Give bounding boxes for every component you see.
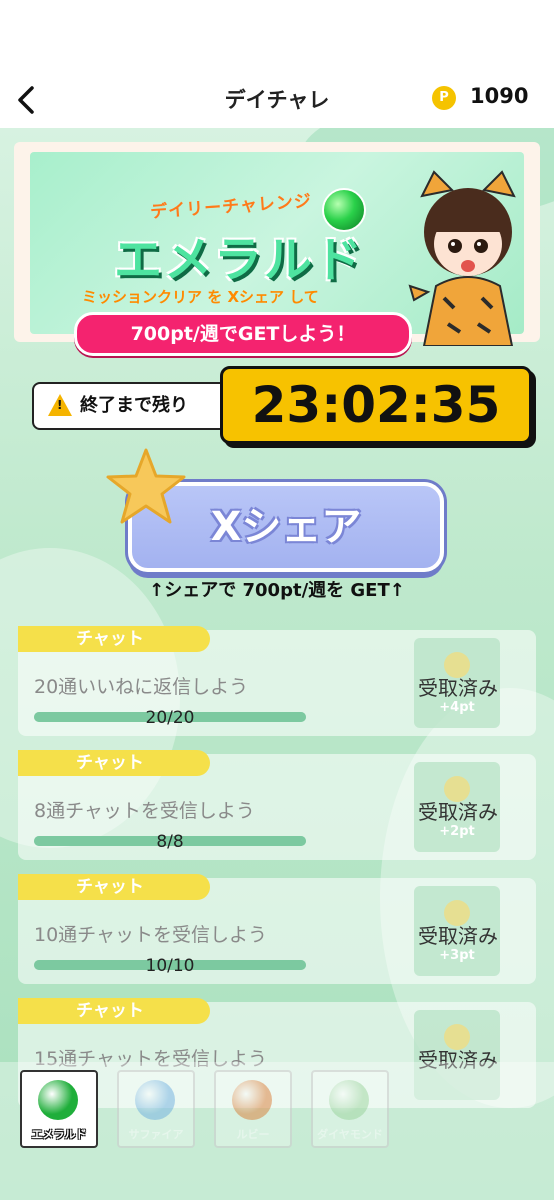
banner-headline: エメラルド	[114, 232, 365, 288]
mascot-illustration	[408, 170, 516, 346]
points-balance: 1090	[470, 84, 529, 108]
banner-subtitle: デイリーチャレンジ	[149, 191, 313, 223]
mission-card: チャット 20通いいねに返信しよう 20/20 +4pt 受取済み	[18, 626, 536, 736]
diamond-gem-icon	[329, 1080, 369, 1120]
tab-diamond[interactable]: ダイヤモンド	[311, 1070, 389, 1148]
timer-label-box: ! 終了まで残り	[32, 382, 246, 430]
mission-progress-count: 8/8	[156, 832, 184, 852]
mission-claimed-status: 受取済み	[418, 676, 498, 700]
tab-ruby[interactable]: ルビー	[214, 1070, 292, 1148]
timer-label: 終了まで残り	[80, 395, 188, 416]
countdown-timer: 23:02:35	[220, 366, 532, 444]
mission-text: 10通チャットを受信しよう	[34, 924, 267, 946]
tab-emerald[interactable]: エメラルド	[20, 1070, 98, 1148]
main-content: デイリーチャレンジ エメラルド ミッションクリア を Xシェア して 700pt…	[0, 128, 554, 1200]
mission-reward-points: +4pt	[439, 700, 475, 715]
warning-icon-mark: !	[57, 398, 63, 412]
tab-sapphire[interactable]: サファイア	[117, 1070, 195, 1148]
mission-reward-points: +2pt	[439, 824, 475, 839]
challenge-banner: デイリーチャレンジ エメラルド ミッションクリア を Xシェア して 700pt…	[14, 142, 540, 356]
mission-category-tag: チャット	[18, 874, 210, 900]
banner-mission-line: ミッションクリア を Xシェア して	[82, 288, 319, 306]
mission-text: 20通いいねに返信しよう	[34, 676, 249, 698]
star-icon	[106, 448, 186, 524]
tab-label: サファイア	[128, 1128, 184, 1141]
header: デイチャレ P 1090	[0, 0, 554, 128]
mission-claimed-status: 受取済み	[418, 800, 498, 824]
tab-label: ダイヤモンド	[317, 1128, 383, 1141]
mission-card: チャット 10通チャットを受信しよう 10/10 +3pt 受取済み	[18, 874, 536, 984]
mission-progress-count: 20/20	[145, 708, 195, 728]
mission-category-tag: チャット	[18, 626, 210, 652]
mission-card: チャット 8通チャットを受信しよう 8/8 +2pt 受取済み	[18, 750, 536, 860]
mission-progress-count: 10/10	[145, 956, 195, 976]
mission-reward-points: +3pt	[439, 948, 475, 963]
banner-reward-pill: 700pt/週でGETしよう！	[74, 312, 412, 356]
coin-icon: P	[432, 86, 456, 110]
mission-category-tag: チャット	[18, 998, 210, 1024]
banner-panel: デイリーチャレンジ エメラルド ミッションクリア を Xシェア して 700pt…	[30, 152, 524, 356]
mission-claimed-status: 受取済み	[418, 924, 498, 948]
mission-text: 8通チャットを受信しよう	[34, 800, 255, 822]
mission-category-tag: チャット	[18, 750, 210, 776]
gem-tab-bar: エメラルド サファイア ルビー ダイヤモンド	[0, 1062, 554, 1200]
tab-label: ルビー	[236, 1128, 270, 1141]
ruby-gem-icon	[232, 1080, 272, 1120]
share-caption: ↑シェアで 700pt/週を GET↑	[149, 580, 405, 601]
emerald-gem-icon	[38, 1080, 78, 1120]
sapphire-gem-icon	[135, 1080, 175, 1120]
tab-label: エメラルド	[31, 1128, 87, 1141]
